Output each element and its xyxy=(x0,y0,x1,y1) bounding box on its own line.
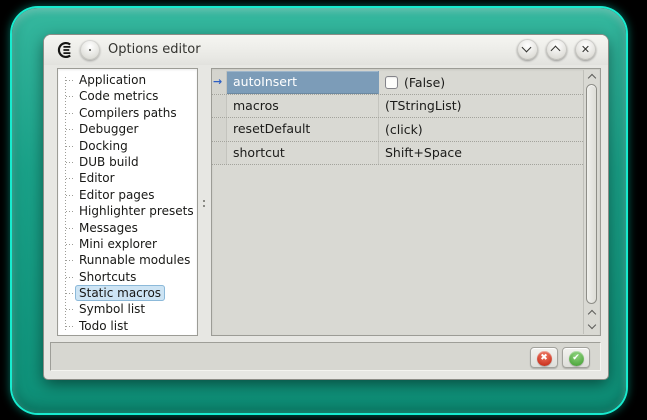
tree-item-label: Highlighter presets xyxy=(75,203,198,219)
tree-item-label: Shortcuts xyxy=(75,269,140,285)
category-tree: Application Code metrics Compilers paths… xyxy=(57,68,198,336)
titlebar-buttons: ✕ xyxy=(517,39,596,60)
chevron-down-icon xyxy=(522,43,532,53)
tree-item[interactable]: Runnable modules xyxy=(58,252,197,268)
arrow-right-icon: → xyxy=(213,75,222,88)
property-value: (False) xyxy=(404,75,445,90)
tree-item[interactable]: Static macros xyxy=(58,285,197,301)
close-icon: ✕ xyxy=(575,39,596,60)
scrollbar-thumb[interactable] xyxy=(586,84,597,304)
value-checkbox[interactable] xyxy=(385,76,398,89)
titlebar[interactable]: Options editor ✕ xyxy=(44,35,608,65)
tree-item[interactable]: Mini explorer xyxy=(58,236,197,252)
row-gutter: → xyxy=(212,118,227,141)
tree-item-label: Debugger xyxy=(75,121,142,137)
property-value-cell[interactable]: (TStringList) xyxy=(379,95,583,118)
window-title: Options editor xyxy=(108,35,201,65)
property-rows: → autoInsert (False) → macros (TStringLi… xyxy=(212,71,600,165)
panel-splitter[interactable] xyxy=(198,68,211,336)
tree-item-label: Static macros xyxy=(75,285,165,301)
cancel-cross-icon: ✖ xyxy=(537,351,552,366)
tree-item-label: Todo list xyxy=(75,318,132,334)
property-row[interactable]: → macros (TStringList) xyxy=(212,95,583,119)
tree-item-label: Symbol list xyxy=(75,301,149,317)
tree-item-label: Mini explorer xyxy=(75,236,161,252)
property-value: (click) xyxy=(385,122,423,137)
tree-item-label: Docking xyxy=(75,138,132,154)
tree-item-label: Messages xyxy=(75,220,142,236)
accept-button[interactable]: ✔ xyxy=(562,347,590,368)
scroll-up-icon[interactable] xyxy=(588,74,596,82)
screen: { "window": { "title": "Options editor",… xyxy=(0,0,647,420)
tree-item-label: Runnable modules xyxy=(75,252,194,268)
dot-icon xyxy=(89,49,91,51)
property-row[interactable]: → autoInsert (False) xyxy=(212,71,583,95)
cancel-button[interactable]: ✖ xyxy=(530,347,558,368)
property-name[interactable]: resetDefault xyxy=(227,118,379,141)
tree-item[interactable]: Debugger xyxy=(58,121,197,137)
property-grid: → autoInsert (False) → macros (TStringLi… xyxy=(211,68,601,336)
tree-item-label: Application xyxy=(75,72,150,88)
coedit-app-icon xyxy=(56,41,74,59)
tree-item-label: DUB build xyxy=(75,154,143,170)
tree-item[interactable]: Code metrics xyxy=(58,88,197,104)
property-value: Shift+Space xyxy=(385,145,462,160)
scroll-down-icon[interactable] xyxy=(588,321,596,329)
property-value-cell[interactable]: (False) xyxy=(379,71,583,94)
close-button[interactable]: ✕ xyxy=(575,39,596,60)
property-row[interactable]: → shortcut Shift+Space xyxy=(212,142,583,166)
property-name[interactable]: macros xyxy=(227,95,379,118)
tree-item-label: Editor xyxy=(75,170,119,186)
property-value-cell[interactable]: Shift+Space xyxy=(379,142,583,165)
tree-item-label: Code metrics xyxy=(75,88,162,104)
property-value: (TStringList) xyxy=(385,98,462,113)
footer-bar: ✖ ✔ xyxy=(50,342,601,371)
row-gutter: → xyxy=(212,71,227,94)
tree-item[interactable]: Highlighter presets xyxy=(58,203,197,219)
tree-item[interactable]: Symbol list xyxy=(58,301,197,317)
accept-check-icon: ✔ xyxy=(569,351,584,366)
row-gutter: → xyxy=(212,142,227,165)
tree-item[interactable]: DUB build xyxy=(58,154,197,170)
shade-button[interactable] xyxy=(517,39,538,60)
window-menu-button[interactable] xyxy=(80,40,100,60)
tree-item[interactable]: Application xyxy=(58,72,197,88)
grid-vertical-scrollbar[interactable] xyxy=(583,70,599,334)
tree-item-label: Editor pages xyxy=(75,187,159,203)
row-gutter: → xyxy=(212,95,227,118)
tree-item[interactable]: Docking xyxy=(58,138,197,154)
scroll-up-icon[interactable] xyxy=(588,310,596,318)
property-value-cell[interactable]: (click) xyxy=(379,118,583,141)
chevron-up-icon xyxy=(551,46,561,56)
splitter-grip-icon xyxy=(203,200,205,202)
tree-item[interactable]: Todo list xyxy=(58,318,197,334)
options-editor-dialog: Options editor ✕ Application Code metric… xyxy=(44,35,608,379)
tree-item[interactable]: Compilers paths xyxy=(58,105,197,121)
property-name[interactable]: shortcut xyxy=(227,142,379,165)
tree-item[interactable]: Shortcuts xyxy=(58,269,197,285)
property-name[interactable]: autoInsert xyxy=(227,71,379,94)
tree-item[interactable]: Editor xyxy=(58,170,197,186)
tree-item[interactable]: Messages xyxy=(58,220,197,236)
tree-item[interactable]: Editor pages xyxy=(58,187,197,203)
property-row[interactable]: → resetDefault (click) xyxy=(212,118,583,142)
maximize-button[interactable] xyxy=(546,39,567,60)
window-frame: Options editor ✕ Application Code metric… xyxy=(12,8,626,413)
tree-item-label: Compilers paths xyxy=(75,105,181,121)
